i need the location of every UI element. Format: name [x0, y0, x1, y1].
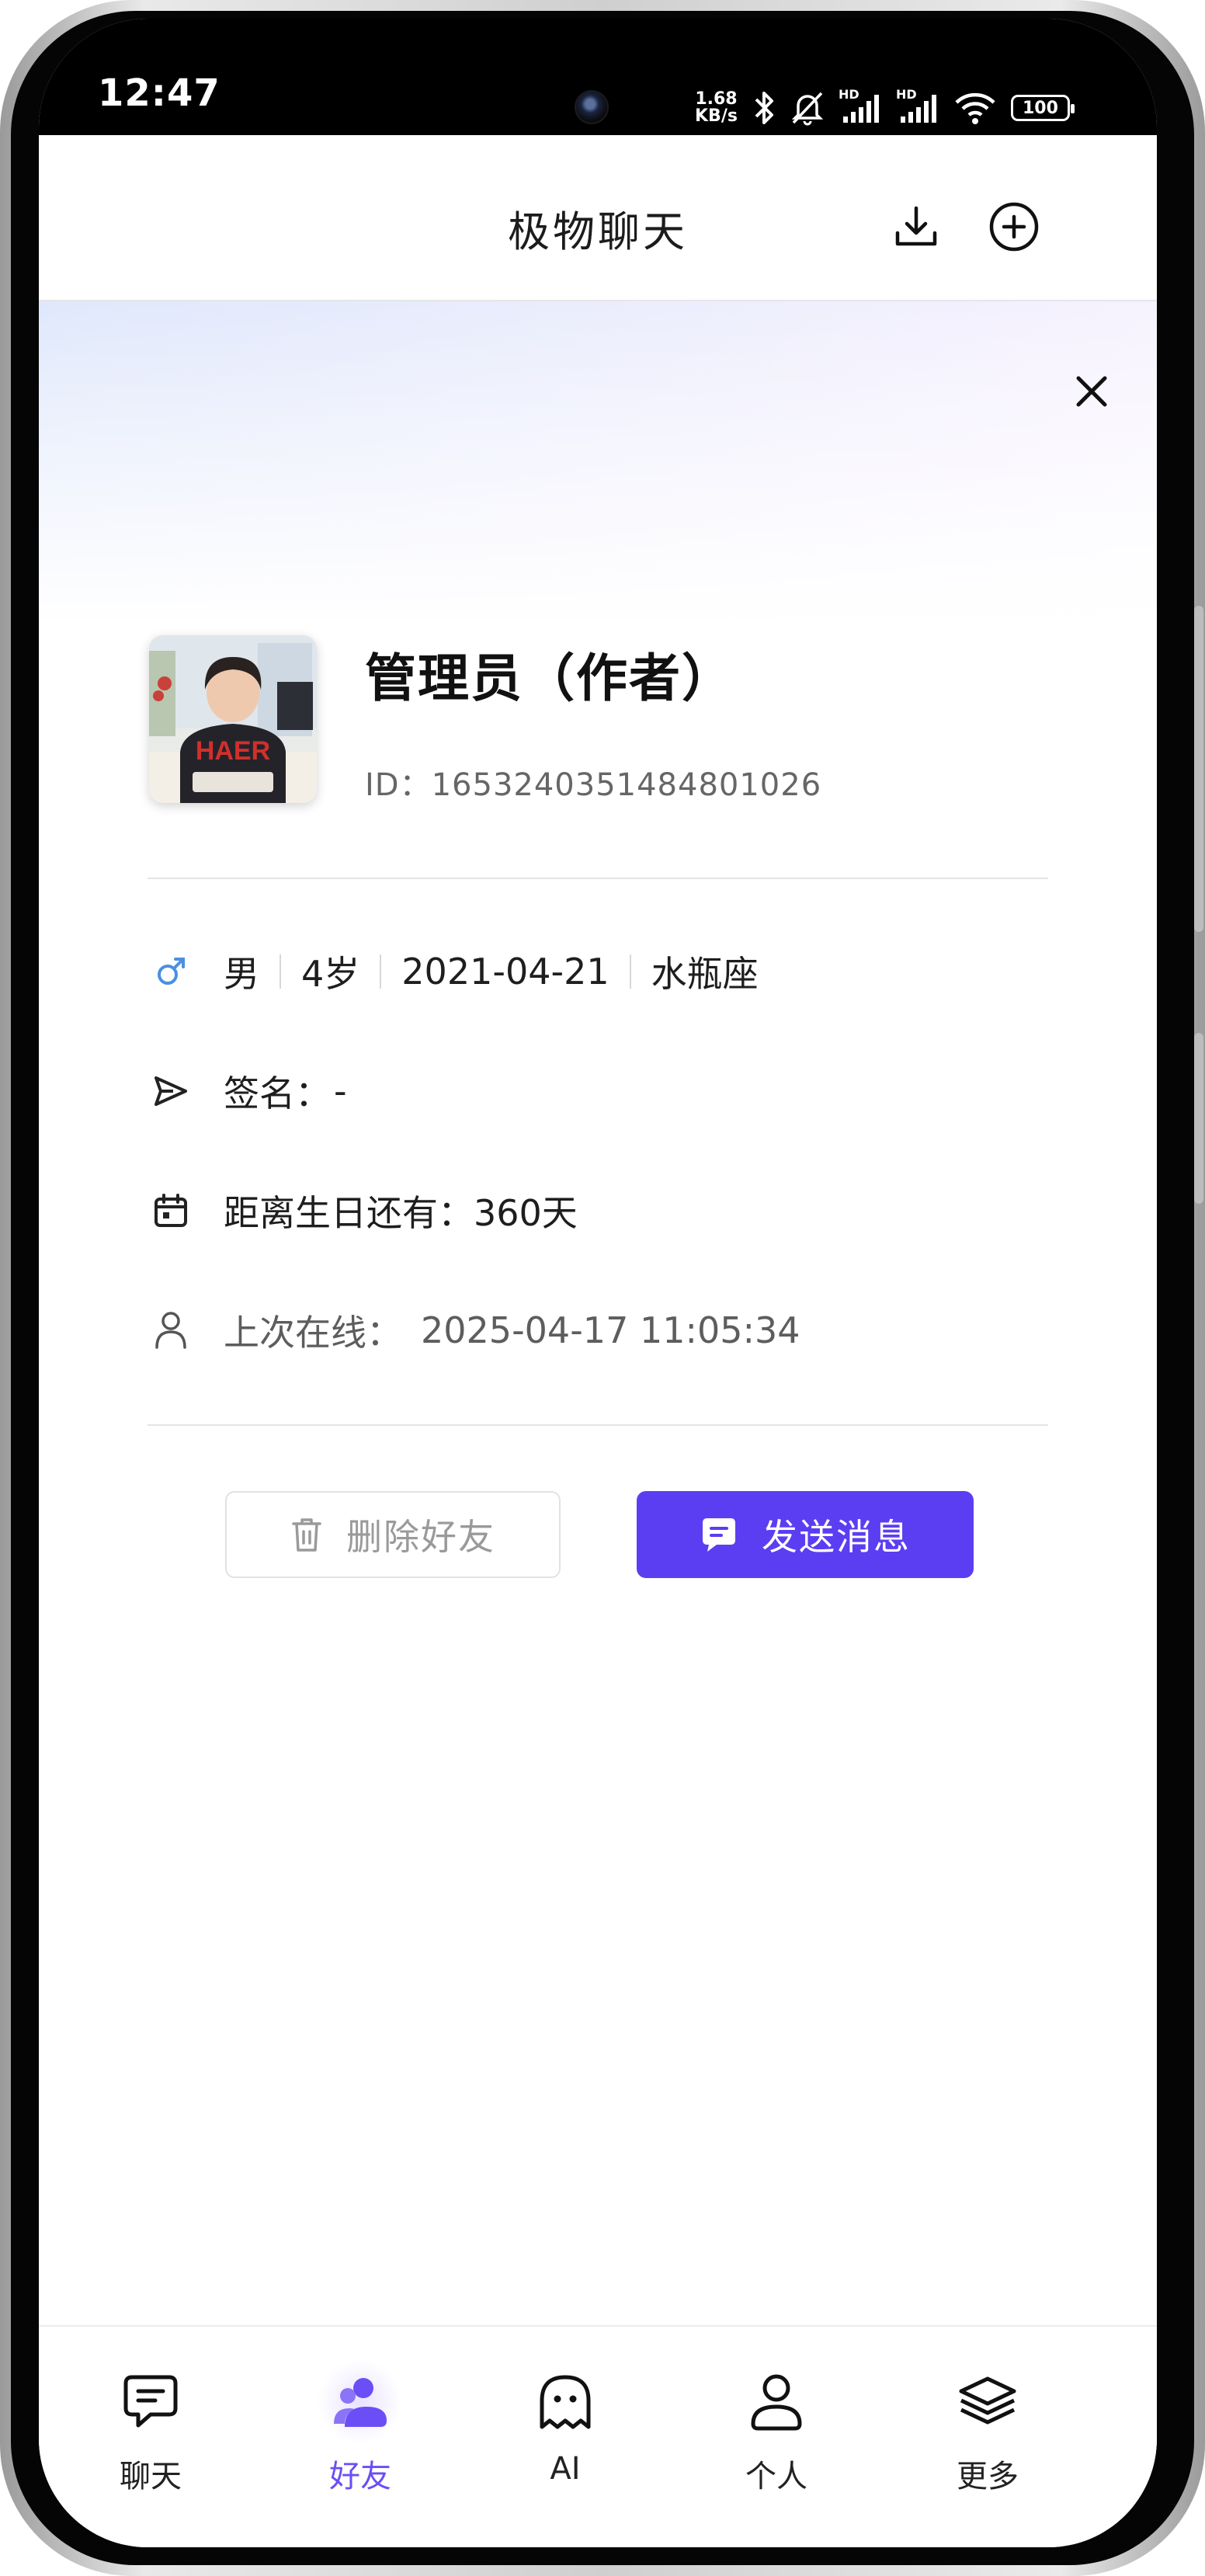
separator: [280, 954, 281, 989]
tab-more-label: 更多: [957, 2459, 1019, 2494]
power-button: [1194, 1033, 1203, 1204]
delete-friend-button[interactable]: 删除好友: [225, 1491, 561, 1578]
signature-row: 签名： -: [149, 1064, 347, 1118]
mute-bell-icon: [790, 90, 825, 126]
tab-friends-label: 好友: [329, 2459, 391, 2494]
network-speed-unit: KB/s: [695, 106, 738, 126]
network-speed: 1.68 KB/s: [695, 91, 738, 125]
separator: [629, 954, 631, 989]
signature-label: 签名：: [224, 1072, 331, 1114]
tab-ai-label: AI: [550, 2451, 581, 2487]
battery-level: 100: [1022, 98, 1058, 118]
wifi-icon: [953, 90, 997, 126]
screen: 12:47 1.68 KB/s HD HD 100 极物聊天 HAER 管理员（…: [39, 19, 1157, 2547]
calendar-icon: [149, 1189, 193, 1232]
close-icon: [1076, 376, 1107, 407]
download-icon: [895, 206, 937, 246]
tab-personal-label: 个人: [745, 2459, 807, 2494]
person-icon: [149, 1309, 193, 1352]
chat-icon: [116, 2367, 186, 2437]
app-header: 极物聊天: [39, 135, 1157, 301]
divider: [148, 1424, 1048, 1426]
hd-label: HD: [895, 87, 917, 102]
send-arrow-icon: [149, 1069, 193, 1113]
profile-panel: HAER 管理员（作者） ID：1653240351484801026 男 4岁…: [39, 301, 1157, 2325]
profile-id: ID：1653240351484801026: [365, 760, 821, 805]
person-icon: [741, 2367, 811, 2437]
profile-id-value: 1653240351484801026: [431, 767, 822, 803]
last-online-label: 上次在线：: [224, 1312, 402, 1354]
status-time: 12:47: [98, 71, 221, 115]
last-online-row: 上次在线： 2025-04-17 11:05:34: [149, 1303, 800, 1358]
svg-text:HAER: HAER: [196, 736, 270, 766]
front-camera: [575, 90, 609, 124]
birthday-text: 2021-04-21: [401, 951, 609, 993]
divider: [148, 878, 1048, 879]
add-circle-icon: [989, 202, 1039, 252]
status-bar: 12:47 1.68 KB/s HD HD 100: [39, 19, 1157, 135]
trash-icon: [290, 1516, 323, 1553]
signature-value: -: [334, 1070, 347, 1112]
tab-chat-label: 聊天: [120, 2459, 182, 2494]
volume-button: [1194, 606, 1203, 932]
age-text: 4岁: [301, 953, 360, 995]
profile-id-label: ID：: [365, 767, 432, 803]
basic-info-row: 男 4岁 2021-04-21 水瓶座: [149, 944, 759, 999]
tab-more[interactable]: 更多: [910, 2367, 1065, 2499]
status-icons: 1.68 KB/s HD HD 100: [695, 85, 1075, 131]
tab-personal[interactable]: 个人: [699, 2367, 854, 2499]
tab-friends[interactable]: 好友: [283, 2359, 438, 2499]
birthday-countdown-value: 360天: [474, 1192, 578, 1234]
tab-chat[interactable]: 聊天: [73, 2367, 228, 2499]
male-icon: [149, 950, 193, 993]
hd-label: HD: [838, 87, 859, 102]
bluetooth-icon: [753, 90, 776, 126]
signal-icon: HD: [838, 87, 882, 126]
delete-friend-label: 删除好友: [346, 1516, 495, 1558]
profile-name: 管理员（作者）: [365, 648, 734, 708]
battery-icon: 100: [1010, 95, 1075, 121]
send-message-label: 发送消息: [762, 1516, 911, 1558]
add-button[interactable]: [983, 196, 1045, 258]
separator: [380, 954, 382, 989]
signal-icon: HD: [895, 87, 939, 126]
message-icon: [700, 1515, 738, 1554]
avatar[interactable]: HAER: [149, 635, 317, 803]
ghost-icon: [530, 2367, 600, 2437]
send-message-button[interactable]: 发送消息: [637, 1491, 974, 1578]
tab-ai[interactable]: AI: [488, 2367, 643, 2499]
bottom-tab-bar: 聊天 好友 AI 个人 更多: [39, 2325, 1157, 2547]
gender-text: 男: [224, 953, 259, 995]
layers-icon: [953, 2367, 1023, 2437]
zodiac-text: 水瓶座: [651, 953, 759, 995]
network-speed-value: 1.68: [695, 89, 738, 109]
download-button[interactable]: [885, 196, 947, 258]
birthday-countdown-label: 距离生日还有：: [224, 1192, 474, 1234]
friends-icon: [318, 2359, 403, 2445]
last-online-value: 2025-04-17 11:05:34: [421, 1309, 800, 1351]
birthday-countdown-row: 距离生日还有： 360天: [149, 1184, 578, 1238]
close-button[interactable]: [1062, 362, 1121, 421]
